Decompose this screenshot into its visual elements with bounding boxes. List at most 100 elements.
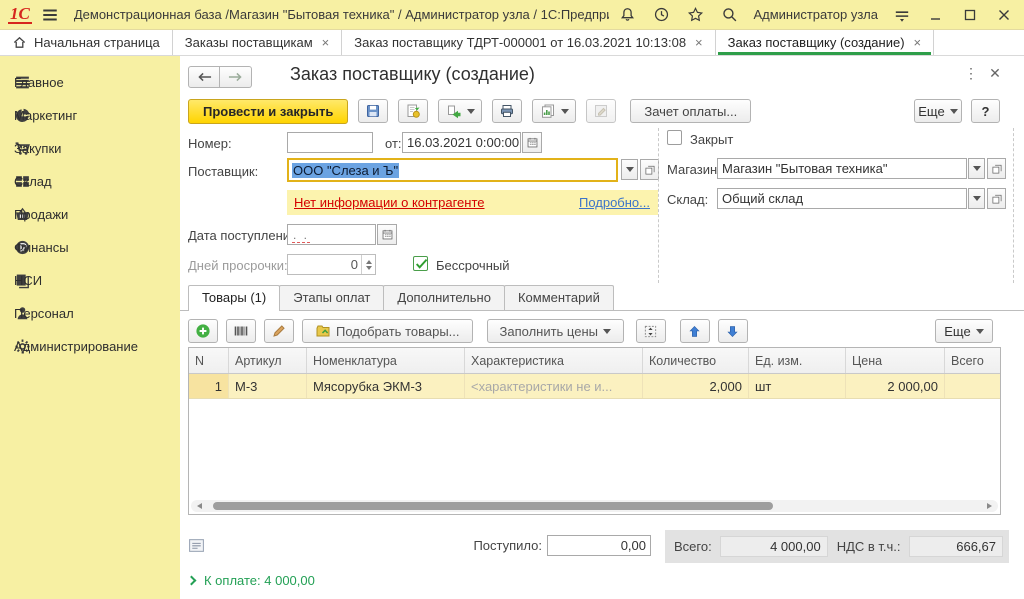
col-article[interactable]: Артикул <box>229 348 307 373</box>
notes-icon[interactable] <box>188 537 205 554</box>
nav-forward-button[interactable] <box>220 66 252 88</box>
sidebar-item-finance[interactable]: Финансы <box>0 231 180 264</box>
history-icon[interactable] <box>651 5 671 25</box>
shop-dropdown-button[interactable] <box>968 158 985 179</box>
closed-checkbox[interactable] <box>667 130 682 145</box>
details-link[interactable]: Подробно... <box>579 195 650 210</box>
sidebar-item-sales[interactable]: Продажи <box>0 198 180 231</box>
receipt-date-input[interactable]: . . <box>287 224 376 245</box>
form-more-button[interactable]: Еще <box>914 99 962 123</box>
cell-article: М-3 <box>229 374 307 398</box>
supplier-input[interactable]: ООО "Слеза и Ъ" <box>287 158 618 182</box>
1c-logo: 1С <box>8 6 32 24</box>
table-row[interactable]: 1 М-3 Мясорубка ЭКМ-3 <характеристики не… <box>189 374 1000 399</box>
tab-supplier-orders-list[interactable]: Заказы поставщикам × <box>173 30 342 55</box>
barcode-icon <box>233 323 249 339</box>
tab-payment-stages[interactable]: Этапы оплат <box>279 285 384 310</box>
col-nomenclature[interactable]: Номенклатура <box>307 348 465 373</box>
barcode-scan-button[interactable] <box>226 319 256 343</box>
order-date-calendar-button[interactable] <box>522 132 542 153</box>
warehouse-dropdown-button[interactable] <box>968 188 985 209</box>
reports-button[interactable] <box>532 99 576 123</box>
tab-comment[interactable]: Комментарий <box>504 285 614 310</box>
shop-input[interactable]: Магазин "Бытовая техника" <box>717 158 967 179</box>
sidebar-item-purchases[interactable]: Закупки <box>0 132 180 165</box>
tab-label: Заказы поставщикам <box>185 35 313 50</box>
table-header: N Артикул Номенклатура Характеристика Ко… <box>189 348 1000 374</box>
shop-open-button[interactable] <box>987 158 1006 179</box>
col-unit[interactable]: Ед. изм. <box>749 348 846 373</box>
col-characteristic[interactable]: Характеристика <box>465 348 643 373</box>
order-date-input[interactable]: 16.03.2021 0:00:00 <box>402 132 521 153</box>
supplier-dropdown-button[interactable] <box>621 159 638 180</box>
help-button[interactable]: ? <box>971 99 1000 123</box>
tab-goods[interactable]: Товары (1) <box>188 285 280 311</box>
termless-checkbox[interactable] <box>413 256 428 271</box>
column-separator <box>658 128 659 283</box>
tab-additional[interactable]: Дополнительно <box>383 285 505 310</box>
goods-more-button[interactable]: Еще <box>935 319 993 343</box>
search-icon[interactable] <box>719 5 739 25</box>
tab-close-icon[interactable]: × <box>322 35 330 50</box>
received-input[interactable]: 0,00 <box>547 535 651 556</box>
overdue-days-stepper[interactable]: 0 <box>287 254 376 275</box>
edit-button[interactable] <box>586 99 616 123</box>
nav-back-button[interactable] <box>188 66 220 88</box>
notifications-bell-icon[interactable] <box>617 5 637 25</box>
add-row-button[interactable] <box>188 319 218 343</box>
service-menu-icon[interactable] <box>892 5 912 25</box>
current-user[interactable]: Администратор узла <box>753 7 878 22</box>
tab-supplier-order-posted[interactable]: Заказ поставщику ТДРТ-000001 от 16.03.20… <box>342 30 715 55</box>
sidebar-item-warehouse[interactable]: Склад <box>0 165 180 198</box>
supplier-open-button[interactable] <box>640 159 659 180</box>
payment-offset-button[interactable]: Зачет оплаты... <box>630 99 751 123</box>
post-button[interactable] <box>398 99 428 123</box>
maximize-button[interactable] <box>960 5 980 25</box>
col-n[interactable]: N <box>189 348 229 373</box>
favorites-star-icon[interactable] <box>685 5 705 25</box>
sidebar-item-main[interactable]: Главное <box>0 66 180 99</box>
move-up-button[interactable] <box>680 319 710 343</box>
move-down-button[interactable] <box>718 319 748 343</box>
receipt-date-calendar-button[interactable] <box>377 224 397 245</box>
fill-prices-button[interactable]: Заполнить цены <box>487 319 624 343</box>
col-quantity[interactable]: Количество <box>643 348 749 373</box>
expand-table-button[interactable] <box>636 319 666 343</box>
cell-quantity: 2,000 <box>643 374 749 398</box>
sidebar-item-nsi[interactable]: НСИ <box>0 264 180 297</box>
pick-goods-button[interactable]: Подобрать товары... <box>302 319 473 343</box>
tab-close-icon[interactable]: × <box>914 35 922 50</box>
arrow-down-icon <box>725 324 740 339</box>
sidebar-item-marketing[interactable]: Маркетинг <box>0 99 180 132</box>
scrollbar-thumb[interactable] <box>213 502 773 510</box>
form-close-icon[interactable]: ✕ <box>986 64 1004 82</box>
cell-total <box>945 374 1000 398</box>
warning-link[interactable]: Нет информации о контрагенте <box>294 195 485 210</box>
save-button[interactable] <box>358 99 388 123</box>
minimize-button[interactable] <box>926 5 946 25</box>
col-price[interactable]: Цена <box>846 348 945 373</box>
form-menu-icon[interactable]: ⋮ <box>962 64 980 82</box>
goods-table: N Артикул Номенклатура Характеристика Ко… <box>188 347 1001 515</box>
stepper-arrows[interactable] <box>361 255 375 274</box>
post-and-close-button[interactable]: Провести и закрыть <box>188 99 348 124</box>
print-button[interactable] <box>492 99 522 123</box>
warehouse-open-button[interactable] <box>987 188 1006 209</box>
number-input[interactable] <box>287 132 373 153</box>
total-value: 4 000,00 <box>720 536 828 557</box>
create-based-on-button[interactable] <box>438 99 482 123</box>
tab-close-icon[interactable]: × <box>695 35 703 50</box>
tab-home[interactable]: Начальная страница <box>0 30 173 55</box>
close-window-button[interactable] <box>994 5 1014 25</box>
col-total[interactable]: Всего <box>945 348 1000 373</box>
edit-row-button[interactable] <box>264 319 294 343</box>
edit-pencil-icon <box>593 103 609 119</box>
shop-label: Магазин: <box>667 162 721 177</box>
to-pay-expander[interactable]: К оплате: 4 000,00 <box>188 573 315 588</box>
tab-supplier-order-new[interactable]: Заказ поставщику (создание) × <box>716 30 934 55</box>
sidebar-item-personnel[interactable]: Персонал <box>0 297 180 330</box>
warehouse-input[interactable]: Общий склад <box>717 188 967 209</box>
main-menu-icon[interactable] <box>40 5 60 25</box>
horizontal-scrollbar[interactable] <box>191 500 998 512</box>
sidebar-item-administration[interactable]: Администрирование <box>0 330 180 363</box>
